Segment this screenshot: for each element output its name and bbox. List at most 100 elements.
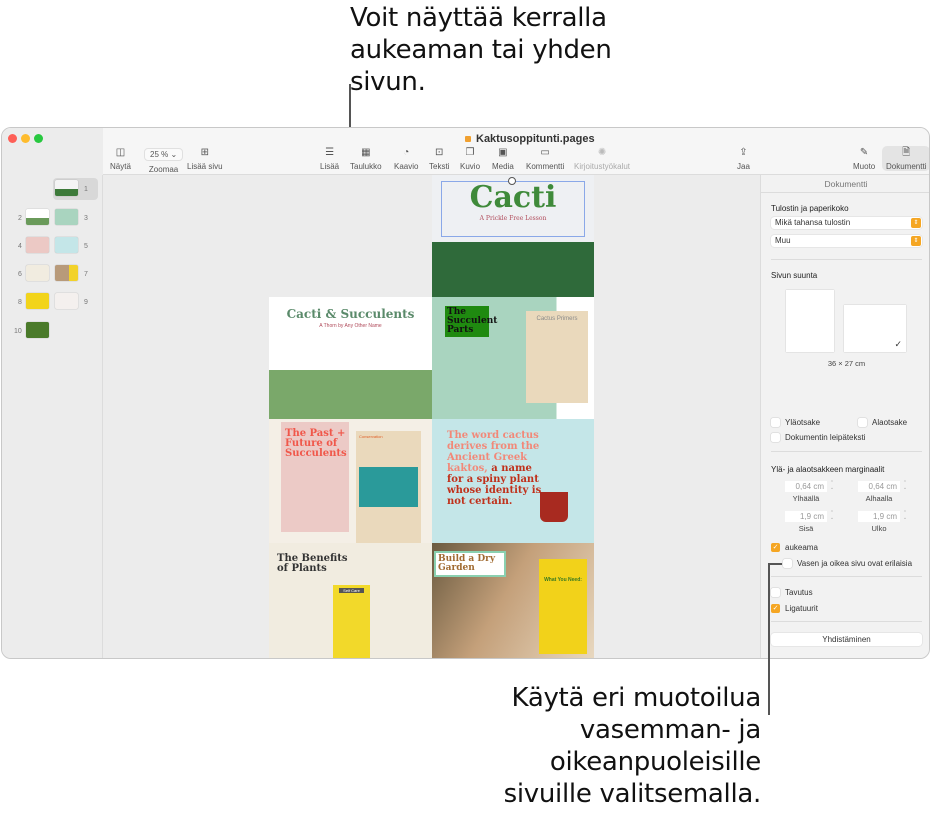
page-5-quote: The word cactus derives from the Ancient… bbox=[447, 430, 547, 507]
thumbnail-number: 7 bbox=[84, 271, 88, 278]
add-page-label: Lisää sivu bbox=[187, 162, 223, 171]
facing-pages-label: aukeama bbox=[785, 543, 818, 552]
checkbox-box bbox=[858, 418, 867, 427]
footer-checkbox[interactable]: Alaotsake bbox=[858, 418, 907, 427]
callout-leader-line bbox=[768, 563, 782, 565]
inside-margin-stepper[interactable]: ⌃ ⌄ bbox=[829, 511, 835, 522]
zoom-control[interactable]: 25 % ⌄ Zoomaa bbox=[144, 148, 184, 174]
portrait-orientation-option[interactable] bbox=[786, 290, 834, 352]
document-inspector: Dokumentti Tulostin ja paperikoko Mikä t… bbox=[760, 175, 929, 658]
page-3[interactable]: The Succulent Parts Cactus Primers bbox=[432, 297, 594, 419]
outside-margin-field[interactable]: 1,9 cm bbox=[858, 511, 900, 522]
insert-button[interactable]: ☰ Lisää bbox=[320, 146, 339, 171]
ligatures-checkbox[interactable]: ✓ Ligatuurit bbox=[771, 604, 818, 613]
page-4-sidebar: Conservation bbox=[356, 431, 421, 543]
page-cover[interactable]: Cacti A Prickle Free Lesson bbox=[432, 175, 594, 297]
bottom-margin-stepper[interactable]: ⌃ ⌄ bbox=[902, 481, 908, 492]
media-button[interactable]: ▣ Media bbox=[492, 146, 514, 171]
page-6[interactable]: The Benefits of Plants Self Care bbox=[269, 543, 432, 658]
checkbox-box bbox=[783, 559, 792, 568]
table-label: Taulukko bbox=[350, 162, 382, 171]
document-title: Kaktusoppitunti.pages bbox=[465, 133, 595, 145]
page-2-subtitle: A Thorn by Any Other Name bbox=[319, 323, 382, 329]
sidebar-titlebar bbox=[2, 128, 103, 175]
printer-section-title: Tulostin ja paperikoko bbox=[771, 204, 849, 213]
chart-button[interactable]: ◔ Kaavio bbox=[394, 146, 418, 171]
plant-pot bbox=[540, 492, 568, 522]
page-7-box-title: What You Need: bbox=[544, 577, 582, 583]
shape-button[interactable]: ❐ Kuvio bbox=[460, 146, 480, 171]
rotate-handle[interactable] bbox=[508, 177, 516, 185]
thumbnail-page-4[interactable] bbox=[26, 237, 49, 253]
zoom-popup[interactable]: 25 % ⌄ bbox=[144, 148, 184, 161]
thumbnail-page-6[interactable] bbox=[26, 265, 49, 281]
thumbnail-page-8[interactable] bbox=[26, 293, 49, 309]
top-margin-label: Ylhäällä bbox=[792, 494, 820, 503]
chart-label: Kaavio bbox=[394, 162, 419, 171]
thumbnail-number: 3 bbox=[84, 215, 88, 222]
page-5[interactable]: The word cactus derives from the Ancient… bbox=[432, 419, 594, 543]
zoom-window-button[interactable] bbox=[34, 134, 43, 143]
page-4-title: The Past + Future of Succulents bbox=[285, 428, 347, 459]
document-button[interactable]: 🗎 Dokumentti bbox=[882, 146, 929, 171]
page-3-title: The Succulent Parts bbox=[445, 306, 498, 337]
thumbnail-page-5[interactable] bbox=[55, 237, 78, 253]
add-page-button[interactable]: ⊞ Lisää sivu bbox=[187, 146, 223, 171]
thumbnail-page-3[interactable] bbox=[55, 209, 78, 225]
chevron-updown-icon: ⇕ bbox=[911, 218, 921, 228]
different-left-right-label: Vasen ja oikea sivu ovat erilaisia bbox=[797, 559, 913, 568]
page-6-box: Self Care bbox=[333, 585, 370, 658]
top-margin-field[interactable]: 0,64 cm bbox=[785, 481, 827, 492]
page-2[interactable]: Cacti & Succulents A Thorn by Any Other … bbox=[269, 297, 432, 419]
callout-spread-view: Voit näyttää kerralla aukeaman tai yhden… bbox=[350, 3, 612, 97]
merge-button[interactable]: Yhdistäminen bbox=[771, 633, 922, 646]
facing-pages-checkbox[interactable]: ✓ aukeama bbox=[771, 543, 818, 552]
top-margin-stepper[interactable]: ⌃ ⌄ bbox=[829, 481, 835, 492]
close-button[interactable] bbox=[8, 134, 17, 143]
thumbnail-number: 9 bbox=[84, 299, 88, 306]
quote-line-1: The word bbox=[447, 430, 500, 441]
thumbnail-page-2[interactable] bbox=[26, 209, 49, 225]
inside-margin-field[interactable]: 1,9 cm bbox=[785, 511, 827, 522]
page-4[interactable]: The Past + Future of Succulents Conserva… bbox=[269, 419, 432, 543]
thumbnail-page-9[interactable] bbox=[55, 293, 78, 309]
document-canvas[interactable]: Cacti A Prickle Free Lesson Cacti & Succ… bbox=[103, 175, 760, 658]
outside-margin-stepper[interactable]: ⌃ ⌄ bbox=[902, 511, 908, 522]
share-button[interactable]: ⇪ Jaa bbox=[737, 146, 750, 171]
selection-box[interactable] bbox=[441, 181, 585, 237]
add-page-icon: ⊞ bbox=[200, 147, 209, 158]
format-button[interactable]: ✎ Muoto bbox=[853, 146, 875, 171]
page-6-box-title: Self Care bbox=[339, 588, 364, 593]
landscape-orientation-option[interactable]: ✓ bbox=[844, 305, 906, 352]
view-button[interactable]: ◫ Näytä bbox=[110, 146, 131, 171]
thumbnail-page-10[interactable] bbox=[26, 322, 49, 338]
table-button[interactable]: ▦ Taulukko bbox=[350, 146, 382, 171]
writing-tools-icon: ✺ bbox=[597, 147, 607, 158]
comment-button[interactable]: ▭ Kommentti bbox=[526, 146, 564, 171]
text-label: Teksti bbox=[429, 162, 450, 171]
hyphenation-checkbox[interactable]: Tavutus bbox=[771, 588, 813, 597]
document-title-text: Kaktusoppitunti.pages bbox=[476, 133, 595, 145]
checkbox-box bbox=[771, 433, 780, 442]
document-body-checkbox[interactable]: Dokumentin leipäteksti bbox=[771, 433, 865, 442]
divider bbox=[771, 259, 922, 260]
thumbnail-number: 8 bbox=[18, 299, 22, 306]
text-button[interactable]: ⊡ Teksti bbox=[429, 146, 449, 171]
header-checkbox[interactable]: Yläotsake bbox=[771, 418, 820, 427]
paper-size-select[interactable]: Muu ⇕ bbox=[771, 235, 922, 247]
inside-margin-label: Sisä bbox=[798, 524, 814, 533]
margins-section-title: Ylä- ja alaotsakkeen marginaalit bbox=[771, 465, 885, 474]
shape-icon: ❐ bbox=[465, 147, 475, 158]
outside-margin-label: Ulko bbox=[871, 524, 887, 533]
chart-icon: ◔ bbox=[403, 147, 410, 158]
printer-select[interactable]: Mikä tahansa tulostin ⇕ bbox=[771, 217, 922, 229]
thumbnail-page-1[interactable] bbox=[55, 180, 78, 196]
writing-tools-button[interactable]: ✺ Kirjoitustyökalut bbox=[574, 146, 630, 171]
different-left-right-checkbox[interactable]: Vasen ja oikea sivu ovat erilaisia bbox=[783, 559, 912, 568]
thumbnail-page-7[interactable] bbox=[55, 265, 78, 281]
checkmark-icon: ✓ bbox=[771, 543, 780, 552]
page-7[interactable]: Build a Dry Garden What You Need: bbox=[432, 543, 594, 658]
minimize-button[interactable] bbox=[21, 134, 30, 143]
page-thumbnails-sidebar: 1 2 3 4 5 6 7 8 9 10 bbox=[2, 175, 103, 658]
bottom-margin-field[interactable]: 0,64 cm bbox=[858, 481, 900, 492]
